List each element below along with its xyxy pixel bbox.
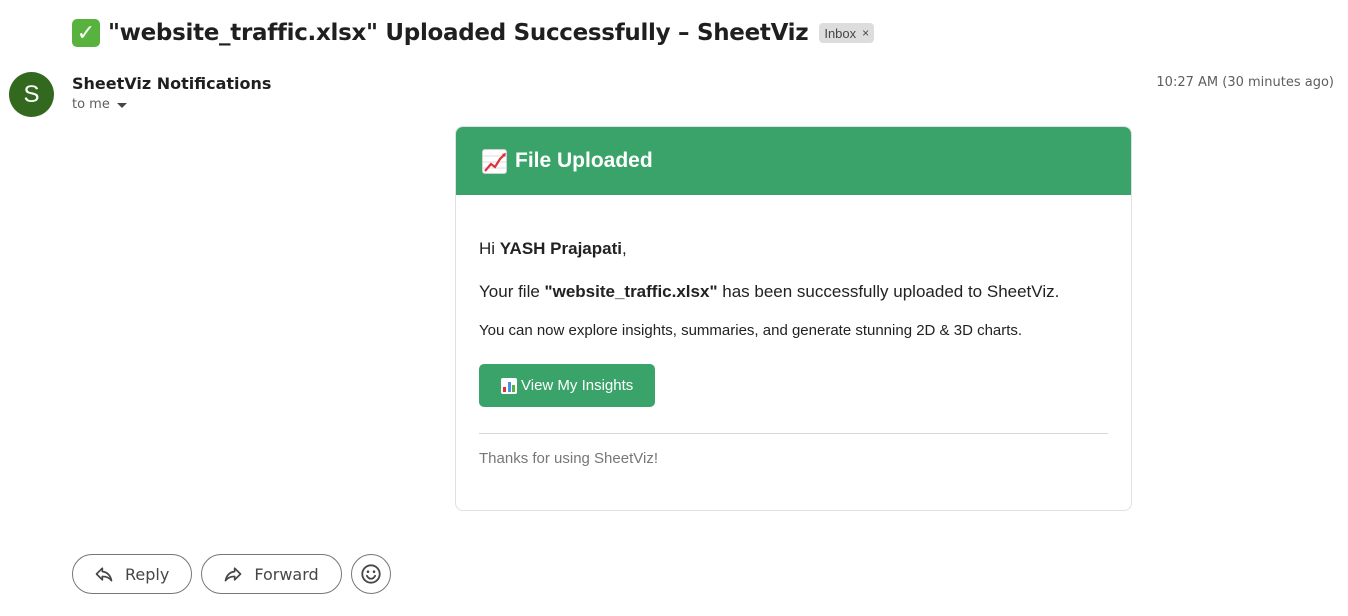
forward-icon [224,567,242,582]
greeting-line: Hi YASH Prajapati, [479,239,1108,259]
footer-divider [479,433,1108,434]
user-name: YASH Prajapati [499,239,622,258]
inbox-label-text: Inbox [824,25,857,41]
recipient-details-toggle[interactable]: to me [72,97,127,112]
view-insights-button[interactable]: View My Insights [479,364,656,407]
reply-button[interactable]: Reply [72,554,193,594]
email-timestamp: 10:27 AM (30 minutes ago) [1156,75,1334,90]
forward-button[interactable]: Forward [201,554,342,594]
reply-icon [95,567,113,582]
email-card-body: Hi YASH Prajapati, Your file "website_tr… [456,239,1131,467]
remove-label-icon[interactable]: × [862,26,869,40]
view-insights-label: View My Insights [521,377,634,394]
avatar-letter: S [23,80,40,108]
reply-label: Reply [125,564,170,584]
emoji-reaction-button[interactable] [350,554,391,594]
explore-text: You can now explore insights, summaries,… [479,322,1023,339]
chart-increasing-icon [482,148,507,174]
recipient-text: to me [72,97,110,112]
smiley-icon [361,564,381,584]
email-subject-row: ✓ "website_traffic.xlsx" Uploaded Succes… [72,16,875,50]
email-subject: "website_traffic.xlsx" Uploaded Successf… [108,20,809,46]
upload-prefix: Your file [479,282,545,301]
forward-label: Forward [254,564,319,584]
chevron-down-icon [116,103,127,108]
upload-suffix: has been successfully uploaded to SheetV… [717,282,1060,301]
check-mark-icon: ✓ [72,19,100,47]
email-actions: Reply Forward [72,554,391,594]
email-card-header: File Uploaded [456,127,1131,195]
email-card-title: File Uploaded [515,149,653,172]
email-body-card: File Uploaded Hi YASH Prajapati, Your fi… [455,126,1132,511]
bar-chart-icon [501,377,517,394]
sender-avatar[interactable]: S [9,72,54,117]
inbox-label-chip[interactable]: Inbox × [819,23,875,43]
greeting-suffix: , [622,239,627,258]
thanks-text: Thanks for using SheetViz! [479,450,658,467]
file-name: "website_traffic.xlsx" [544,282,718,301]
upload-confirmation: Your file "website_traffic.xlsx" has bee… [479,282,1108,302]
sender-name[interactable]: SheetViz Notifications [72,74,271,93]
greeting-prefix: Hi [479,239,500,258]
